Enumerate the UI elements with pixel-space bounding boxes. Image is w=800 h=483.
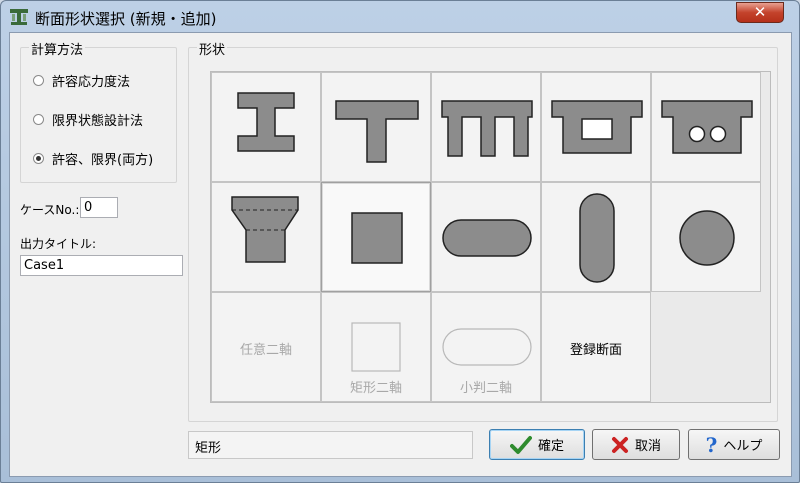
registered-section-label: 登録断面 xyxy=(569,343,622,358)
shape-horizontal-oval-button[interactable] xyxy=(431,182,541,292)
ok-button[interactable]: 確定 xyxy=(489,429,585,460)
radio-allowable-stress[interactable]: 許容応力度法 xyxy=(33,71,131,90)
hollow-slab-icon xyxy=(661,100,753,154)
radio-both[interactable]: 許容、限界(両方) xyxy=(33,149,154,168)
cancel-button-label: 取消 xyxy=(634,439,661,454)
case-no-input[interactable]: 0 xyxy=(80,197,118,218)
help-button-label: ヘルプ xyxy=(723,439,763,454)
shape-rectangle-button[interactable] xyxy=(321,182,431,292)
cancel-button[interactable]: 取消 xyxy=(592,429,680,460)
shape-pi-section-button[interactable] xyxy=(431,72,541,182)
checkmark-icon xyxy=(509,435,532,454)
i-section-icon xyxy=(237,92,295,152)
shape-registered-section-button[interactable]: 登録断面 xyxy=(541,292,651,402)
shape-arbitrary-biaxial-button[interactable]: 任意二軸 xyxy=(211,292,321,402)
dialog-body: 計算方法 許容応力度法 限界状態設計法 許容、限界(両方) ケースNo.: 0 … xyxy=(9,32,792,477)
radio-limit-state[interactable]: 限界状態設計法 xyxy=(33,110,144,129)
close-button[interactable]: ✕ xyxy=(736,2,784,23)
box-section-icon xyxy=(551,100,643,154)
calc-method-title: 計算方法 xyxy=(29,39,86,58)
shape-circle-button[interactable] xyxy=(651,182,761,292)
rectangle-icon xyxy=(351,212,403,264)
app-icon xyxy=(10,9,28,25)
radio-dot[interactable] xyxy=(33,113,44,125)
shape-box-section-button[interactable] xyxy=(541,72,651,182)
shape-grid: 任意二軸 矩形二軸 小判二軸 登録断面 xyxy=(210,71,771,403)
calc-method-group: 計算方法 許容応力度法 限界状態設計法 許容、限界(両方) xyxy=(20,39,177,183)
dialog-window: 断面形状選択 (新規・追加) ✕ 計算方法 許容応力度法 限界状態設計法 許容、… xyxy=(0,0,800,483)
x-mark-icon xyxy=(611,436,628,453)
t-section-icon xyxy=(335,100,419,163)
vertical-oval-icon xyxy=(579,193,615,283)
radio-label: 許容、限界(両方) xyxy=(52,152,154,168)
shape-tapered-section-button[interactable] xyxy=(211,182,321,292)
shape-oval-biaxial-button[interactable]: 小判二軸 xyxy=(431,292,541,402)
shape-group-title: 形状 xyxy=(197,39,228,58)
question-mark-icon: ? xyxy=(705,432,718,457)
window-title: 断面形状選択 (新規・追加) xyxy=(35,10,217,28)
radio-label: 許容応力度法 xyxy=(52,74,131,90)
radio-label: 限界状態設計法 xyxy=(52,113,144,129)
tapered-section-icon xyxy=(231,196,299,263)
rectangle-biaxial-label: 矩形二軸 xyxy=(349,381,402,396)
shape-vertical-oval-button[interactable] xyxy=(541,182,651,292)
pi-section-icon xyxy=(441,100,533,157)
empty-grid-cell xyxy=(651,292,761,402)
help-button[interactable]: ? ヘルプ xyxy=(688,429,780,460)
radio-dot-checked[interactable] xyxy=(33,152,44,164)
arbitrary-biaxial-label: 任意二軸 xyxy=(239,343,292,358)
circle-icon xyxy=(679,210,735,266)
selected-shape-display: 矩形 xyxy=(188,431,473,459)
shape-rectangle-biaxial-button[interactable]: 矩形二軸 xyxy=(321,292,431,402)
ok-button-label: 確定 xyxy=(537,439,564,454)
output-title-label: 出力タイトル: xyxy=(20,237,97,251)
output-title-input[interactable]: Case1 xyxy=(20,255,183,276)
shape-t-section-button[interactable] xyxy=(321,72,431,182)
title-bar[interactable]: 断面形状選択 (新規・追加) ✕ xyxy=(1,1,799,33)
horizontal-oval-icon xyxy=(442,219,532,257)
case-no-label: ケースNo.: xyxy=(20,203,80,217)
shape-i-section-button[interactable] xyxy=(211,72,321,182)
oval-biaxial-label: 小判二軸 xyxy=(459,381,512,396)
radio-dot[interactable] xyxy=(33,74,44,86)
shape-hollow-slab-button[interactable] xyxy=(651,72,761,182)
